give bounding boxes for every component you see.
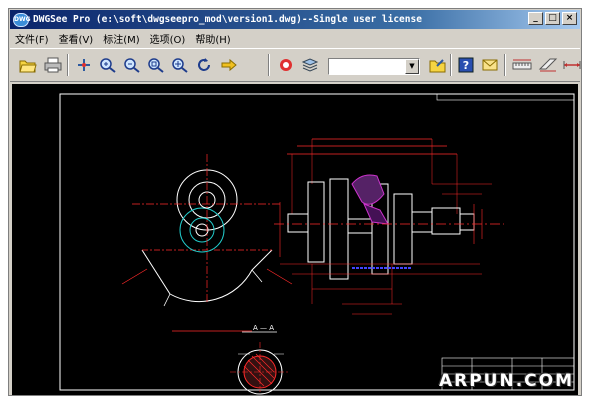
section-a-a <box>172 330 290 395</box>
svg-text:?: ? <box>463 59 469 72</box>
drawing-border <box>59 93 575 391</box>
app-window: DWG DWGSee Pro (e:\soft\dwgseepro_mod\ve… <box>8 8 582 396</box>
menu-file[interactable]: 文件(F) <box>10 31 54 46</box>
watermark: ARPUN.COM <box>438 371 574 391</box>
dimension-icon[interactable] <box>562 55 582 75</box>
print-icon[interactable] <box>43 55 63 75</box>
folder-icon[interactable] <box>428 55 448 75</box>
chevron-down-icon[interactable]: ▼ <box>405 59 419 74</box>
pan-icon[interactable] <box>74 55 94 75</box>
measure-icon[interactable] <box>512 55 532 75</box>
close-button[interactable]: × <box>562 12 577 25</box>
view-select[interactable]: ▼ <box>328 58 420 75</box>
layers-icon[interactable] <box>276 55 296 75</box>
section-label: A — A <box>253 324 274 332</box>
menu-options[interactable]: 选项(O) <box>145 31 191 46</box>
maximize-button[interactable]: □ <box>545 12 560 25</box>
menu-markup[interactable]: 标注(M) <box>98 31 144 46</box>
toolbar: ▼ ? <box>10 48 582 82</box>
next-arrow-icon[interactable] <box>220 55 240 75</box>
ruler-icon[interactable] <box>538 55 558 75</box>
window-title: DWGSee Pro (e:\soft\dwgseepro_mod\versio… <box>33 14 422 25</box>
stack-icon[interactable] <box>300 55 320 75</box>
zoom-in-icon[interactable] <box>98 55 118 75</box>
app-logo-icon: DWG <box>13 12 31 27</box>
cad-drawing: A — A <box>59 93 575 395</box>
zoom-all-icon[interactable] <box>170 55 190 75</box>
mail-icon[interactable] <box>480 55 500 75</box>
zoom-window-icon[interactable] <box>146 55 166 75</box>
menu-view[interactable]: 查看(V) <box>54 31 99 46</box>
rotate-icon[interactable] <box>194 55 214 75</box>
menu-help[interactable]: 帮助(H) <box>190 31 235 46</box>
title-bar[interactable]: DWG DWGSee Pro (e:\soft\dwgseepro_mod\ve… <box>10 10 580 29</box>
crankshaft-front-view <box>274 138 504 315</box>
zoom-out-icon[interactable] <box>122 55 142 75</box>
crank-side-view <box>121 154 293 307</box>
open-folder-icon[interactable] <box>18 55 38 75</box>
drawing-canvas[interactable]: A — A ARPUN.COM <box>12 84 578 395</box>
help-icon[interactable]: ? <box>456 55 476 75</box>
minimize-button[interactable]: _ <box>528 12 543 25</box>
menu-bar: 文件(F) 查看(V) 标注(M) 选项(O) 帮助(H) <box>10 30 580 47</box>
